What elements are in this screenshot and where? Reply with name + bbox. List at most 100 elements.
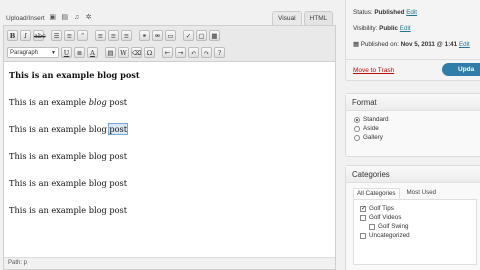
special-character-icon[interactable]: Ω: [144, 47, 155, 58]
text-run: This is an example blog: [9, 124, 110, 134]
category-label: Golf Videos: [369, 214, 402, 221]
content-line: This is an example blog post: [9, 151, 128, 161]
category-item[interactable]: ✓ Golf Tips: [360, 204, 476, 213]
visibility-edit-link[interactable]: Edit: [400, 25, 411, 32]
published-on-label: Published on:: [360, 41, 401, 48]
underline-button[interactable]: U: [61, 47, 72, 58]
radio-selected[interactable]: [354, 116, 360, 123]
text-run: post: [106, 97, 128, 107]
tab-most-used[interactable]: Most Used: [404, 188, 440, 199]
category-label: Uncategorized: [369, 232, 410, 239]
bullet-list-icon[interactable]: ☰: [51, 30, 62, 41]
italic-text: blog: [88, 97, 107, 107]
visibility-label: Visibility:: [353, 25, 380, 32]
checkbox[interactable]: [369, 223, 375, 230]
format-option-label: Standard: [363, 116, 389, 123]
status-line: Status: Published Edit: [353, 9, 417, 16]
spellcheck-icon[interactable]: ✓: [183, 30, 194, 41]
upload-insert-bar: Upload/Insert ▣ ▤ ♫ ✲: [6, 12, 93, 24]
checkbox[interactable]: [360, 232, 366, 239]
paste-text-icon[interactable]: ▤: [105, 47, 116, 58]
help-icon[interactable]: ?: [214, 47, 225, 58]
video-icon[interactable]: ▤: [61, 14, 69, 22]
published-date: Nov 5, 2011 @ 1:41: [400, 41, 458, 48]
tab-all-categories[interactable]: All Categories: [353, 188, 400, 199]
paragraph-select-value: Paragraph: [10, 50, 39, 56]
indent-icon[interactable]: ⇥: [175, 47, 186, 58]
move-to-trash-link[interactable]: Move to Trash: [353, 67, 394, 74]
text-color-icon[interactable]: A: [87, 47, 98, 58]
toolbar-row-1: B I abc ☰ ≡ “ ≡ ≡ ≡ ⚭ ⚮ ▭ ✓ ▢ ▦: [7, 28, 332, 43]
upload-insert-label: Upload/Insert: [6, 14, 45, 22]
chevron-down-icon: ▼: [51, 50, 56, 56]
category-label: Golf Swing: [378, 223, 409, 230]
visibility-value: Public: [379, 25, 399, 32]
format-option-gallery[interactable]: Gallery: [354, 133, 480, 142]
fullscreen-icon[interactable]: ▢: [196, 30, 207, 41]
format-panel: Format Standard Aside Gallery: [345, 93, 480, 157]
divider: [346, 59, 480, 60]
outdent-icon[interactable]: ⇤: [162, 47, 173, 58]
format-option-aside[interactable]: Aside: [354, 124, 480, 133]
content-line: This is an example blog post: [9, 97, 330, 124]
status-value: Published: [374, 9, 405, 16]
align-right-icon[interactable]: ≡: [121, 30, 132, 41]
media-icon[interactable]: ✲: [85, 14, 93, 22]
publish-panel: Status: Published Edit Visibility: Publi…: [345, 0, 480, 81]
clear-formatting-icon[interactable]: ⌫: [131, 47, 142, 58]
justify-icon[interactable]: ≣: [74, 47, 85, 58]
paragraph-format-select[interactable]: Paragraph ▼: [7, 47, 59, 58]
image-icon[interactable]: ▣: [49, 14, 57, 22]
unlink-icon[interactable]: ⚮: [152, 30, 163, 41]
bold-button[interactable]: B: [7, 30, 18, 41]
editor-mode-tabs: Visual HTML: [272, 11, 334, 25]
published-on-line: ▦ Published on: Nov 5, 2011 @ 1:41 Edit: [353, 41, 470, 48]
kitchen-sink-icon[interactable]: ▦: [209, 30, 220, 41]
format-title: Format: [346, 94, 480, 111]
audio-icon[interactable]: ♫: [73, 14, 81, 22]
paste-word-icon[interactable]: W: [118, 47, 129, 58]
radio[interactable]: [354, 134, 360, 141]
format-option-label: Aside: [363, 125, 379, 132]
checkbox-checked[interactable]: ✓: [360, 205, 366, 212]
tab-visual[interactable]: Visual: [272, 11, 302, 25]
checkbox[interactable]: [360, 214, 366, 221]
align-center-icon[interactable]: ≡: [108, 30, 119, 41]
update-button[interactable]: Upda: [442, 63, 480, 76]
blockquote-icon[interactable]: “: [77, 30, 88, 41]
editor-content[interactable]: This is an example blog post This is an …: [4, 62, 335, 232]
redo-icon[interactable]: ↷: [201, 47, 212, 58]
visibility-line: Visibility: Public Edit: [353, 25, 411, 32]
editor-toolbar: B I abc ☰ ≡ “ ≡ ≡ ≡ ⚭ ⚮ ▭ ✓ ▢ ▦ Paragrap…: [4, 26, 335, 62]
category-item[interactable]: Uncategorized: [360, 231, 476, 240]
content-line: This is an example blog post: [9, 205, 128, 215]
categories-title: Categories: [346, 166, 480, 183]
format-options: Standard Aside Gallery: [346, 111, 480, 142]
category-label: Golf Tips: [369, 205, 394, 212]
italic-button[interactable]: I: [20, 30, 31, 41]
more-tag-icon[interactable]: ▭: [165, 30, 176, 41]
align-left-icon[interactable]: ≡: [95, 30, 106, 41]
category-tabs: All Categories Most Used: [346, 183, 480, 199]
editor-path: Path: p: [4, 257, 335, 269]
published-edit-link[interactable]: Edit: [459, 41, 470, 48]
content-line: This is an example blog post: [9, 178, 128, 188]
calendar-icon: ▦: [353, 41, 359, 48]
category-list: ✓ Golf Tips Golf Videos Golf Swing Uncat…: [353, 199, 477, 265]
status-edit-link[interactable]: Edit: [406, 9, 417, 16]
status-label: Status:: [353, 9, 375, 16]
category-item[interactable]: Golf Swing: [360, 222, 476, 231]
strikethrough-button[interactable]: abc: [33, 30, 46, 41]
undo-icon[interactable]: ↶: [188, 47, 199, 58]
categories-panel: Categories All Categories Most Used ✓ Go…: [345, 165, 480, 270]
text-run: This is an example: [9, 97, 89, 107]
link-icon[interactable]: ⚭: [139, 30, 150, 41]
radio[interactable]: [354, 125, 360, 132]
tab-html[interactable]: HTML: [303, 11, 334, 25]
toolbar-row-2: Paragraph ▼ U ≣ A ▤ W ⌫ Ω ⇤ ⇥ ↶ ↷ ?: [7, 45, 332, 60]
format-option-standard[interactable]: Standard: [354, 115, 480, 124]
post-editor: B I abc ☰ ≡ “ ≡ ≡ ≡ ⚭ ⚮ ▭ ✓ ▢ ▦ Paragrap…: [3, 25, 336, 270]
content-line: This is an example blog post: [9, 70, 140, 80]
numbered-list-icon[interactable]: ≡: [64, 30, 75, 41]
category-item[interactable]: Golf Videos: [360, 213, 476, 222]
